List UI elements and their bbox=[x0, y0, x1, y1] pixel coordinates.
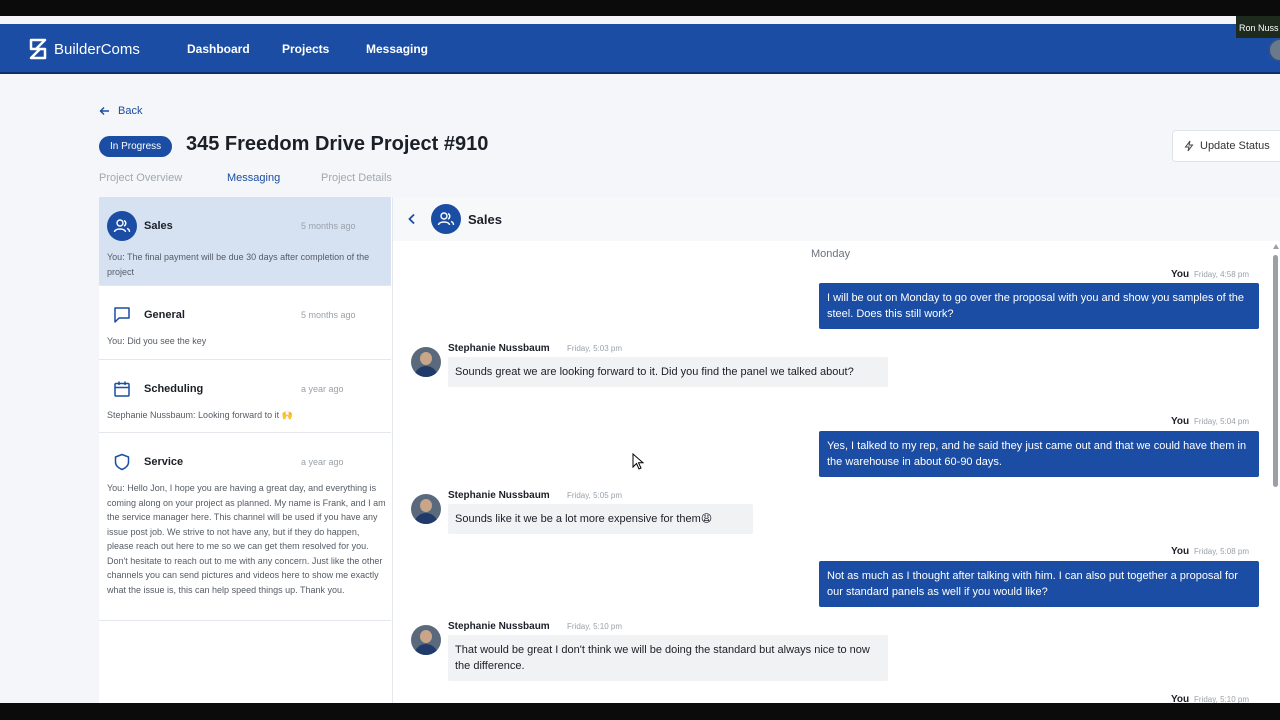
conversation-preview: You: Hello Jon, I hope you are having a … bbox=[107, 483, 386, 595]
conversation-item-general[interactable]: General 5 months ago You: Did you see th… bbox=[99, 286, 391, 360]
incoming-message: Sounds like it we be a lot more expensiv… bbox=[448, 504, 753, 534]
day-separator: Monday bbox=[811, 248, 851, 260]
shield-icon bbox=[107, 447, 137, 477]
conversation-preview: Stephanie Nussbaum: Looking forward to i… bbox=[107, 410, 293, 420]
nav-messaging[interactable]: Messaging bbox=[366, 42, 428, 56]
chat-panel: Sales Monday You Friday, 4:58 pm I will … bbox=[393, 197, 1280, 705]
participant-name: Ron Nuss bbox=[1239, 23, 1279, 33]
sender-name: You bbox=[1171, 546, 1190, 557]
top-navbar: BuilderComs Dashboard Projects Messaging bbox=[0, 24, 1280, 74]
sender-name: You bbox=[1171, 269, 1190, 280]
builder-logo-icon bbox=[29, 38, 47, 60]
tab-project-overview[interactable]: Project Overview bbox=[99, 172, 182, 184]
chevron-left-icon[interactable] bbox=[407, 212, 417, 230]
conversation-item-sales[interactable]: Sales 5 months ago You: The final paymen… bbox=[99, 197, 391, 286]
message-time: Friday, 5:08 pm bbox=[1194, 547, 1249, 556]
mouse-cursor-icon bbox=[632, 453, 644, 470]
update-status-button[interactable]: Update Status bbox=[1172, 130, 1280, 162]
sender-name: Stephanie Nussbaum bbox=[448, 490, 550, 501]
users-icon bbox=[107, 211, 137, 241]
video-participant-tile: Ron Nuss bbox=[1236, 16, 1280, 38]
incoming-message: Sounds great we are looking forward to i… bbox=[448, 357, 888, 387]
message-time: Friday, 5:03 pm bbox=[567, 344, 622, 353]
message-time: Friday, 4:58 pm bbox=[1194, 270, 1249, 279]
chat-icon bbox=[107, 300, 137, 330]
stephanie-avatar bbox=[411, 494, 441, 524]
update-status-label: Update Status bbox=[1200, 140, 1270, 152]
message-time: Friday, 5:10 pm bbox=[567, 622, 622, 631]
nav-dashboard[interactable]: Dashboard bbox=[187, 42, 250, 56]
lightning-icon bbox=[1184, 140, 1194, 152]
back-label: Back bbox=[118, 105, 143, 117]
outgoing-message: I will be out on Monday to go over the p… bbox=[819, 283, 1259, 329]
conversation-preview: You: The final payment will be due 30 da… bbox=[107, 252, 370, 277]
stephanie-avatar bbox=[411, 625, 441, 655]
status-badge: In Progress bbox=[99, 136, 173, 157]
sender-name: You bbox=[1171, 416, 1190, 427]
back-link[interactable]: Back bbox=[99, 105, 142, 117]
sender-name: Stephanie Nussbaum bbox=[448, 621, 550, 632]
scrollbar-thumb[interactable] bbox=[1273, 255, 1278, 487]
bottom-black-strip bbox=[0, 703, 1280, 720]
chat-header: Sales bbox=[393, 197, 1280, 241]
conversation-list: Sales 5 months ago You: The final paymen… bbox=[99, 197, 393, 703]
tab-project-details[interactable]: Project Details bbox=[321, 172, 392, 184]
logo-text: BuilderComs bbox=[54, 40, 140, 58]
conversation-item-service[interactable]: Service a year ago You: Hello Jon, I hop… bbox=[99, 433, 391, 621]
message-time: Friday, 5:04 pm bbox=[1194, 417, 1249, 426]
conversation-time: 5 months ago bbox=[301, 221, 356, 231]
calendar-icon bbox=[107, 374, 137, 404]
message-time: Friday, 5:05 pm bbox=[567, 491, 622, 500]
stephanie-avatar bbox=[411, 347, 441, 377]
conversation-name: Sales bbox=[144, 220, 173, 232]
conversation-time: 5 months ago bbox=[301, 310, 356, 320]
sender-name: Stephanie Nussbaum bbox=[448, 343, 550, 354]
nav-projects[interactable]: Projects bbox=[282, 42, 329, 56]
outgoing-message: Not as much as I thought after talking w… bbox=[819, 561, 1259, 607]
top-black-strip bbox=[0, 0, 1280, 16]
logo[interactable]: BuilderComs bbox=[28, 37, 140, 61]
conversation-item-scheduling[interactable]: Scheduling a year ago Stephanie Nussbaum… bbox=[99, 360, 391, 433]
tab-messaging[interactable]: Messaging bbox=[227, 172, 280, 184]
conversation-preview: You: Did you see the key bbox=[107, 336, 207, 346]
incoming-message: That would be great I don't think we wil… bbox=[448, 635, 888, 681]
group-avatar-icon bbox=[431, 204, 461, 234]
chat-title: Sales bbox=[468, 212, 502, 227]
conversation-name: Service bbox=[144, 456, 184, 468]
arrow-left-icon bbox=[99, 107, 109, 115]
conversation-name: General bbox=[144, 309, 185, 321]
conversation-time: a year ago bbox=[301, 384, 344, 394]
conversation-name: Scheduling bbox=[144, 383, 204, 395]
page-title: 345 Freedom Drive Project #910 bbox=[186, 133, 489, 155]
conversation-time: a year ago bbox=[301, 457, 344, 467]
outgoing-message: Yes, I talked to my rep, and he said the… bbox=[819, 431, 1259, 477]
